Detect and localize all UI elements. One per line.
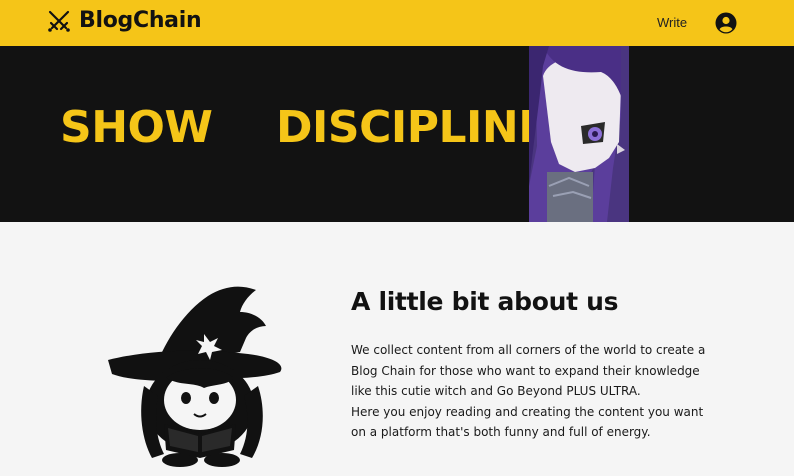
about-description: We collect content from all corners of t… <box>351 340 711 443</box>
about-paragraph-2: Here you enjoy reading and creating the … <box>351 404 704 440</box>
brand-name: BlogChain <box>79 8 202 33</box>
about-title: A little bit about us <box>351 287 619 316</box>
hero-word-discipline: DISCIPLINE <box>276 102 548 153</box>
hero-word-show: SHOW <box>60 102 213 153</box>
write-link[interactable]: Write <box>657 15 687 30</box>
hero-banner: SHOW DISCIPLINE <box>0 46 794 222</box>
top-navigation-bar: BlogChain Write <box>0 0 794 46</box>
hero-anime-portrait <box>529 46 629 222</box>
about-paragraph-1: We collect content from all corners of t… <box>351 343 706 399</box>
user-circle-icon[interactable] <box>715 12 737 34</box>
brand-logo-link[interactable]: BlogChain <box>47 8 202 33</box>
witch-reading-book-illustration <box>108 286 282 467</box>
crossed-swords-icon <box>48 10 70 32</box>
